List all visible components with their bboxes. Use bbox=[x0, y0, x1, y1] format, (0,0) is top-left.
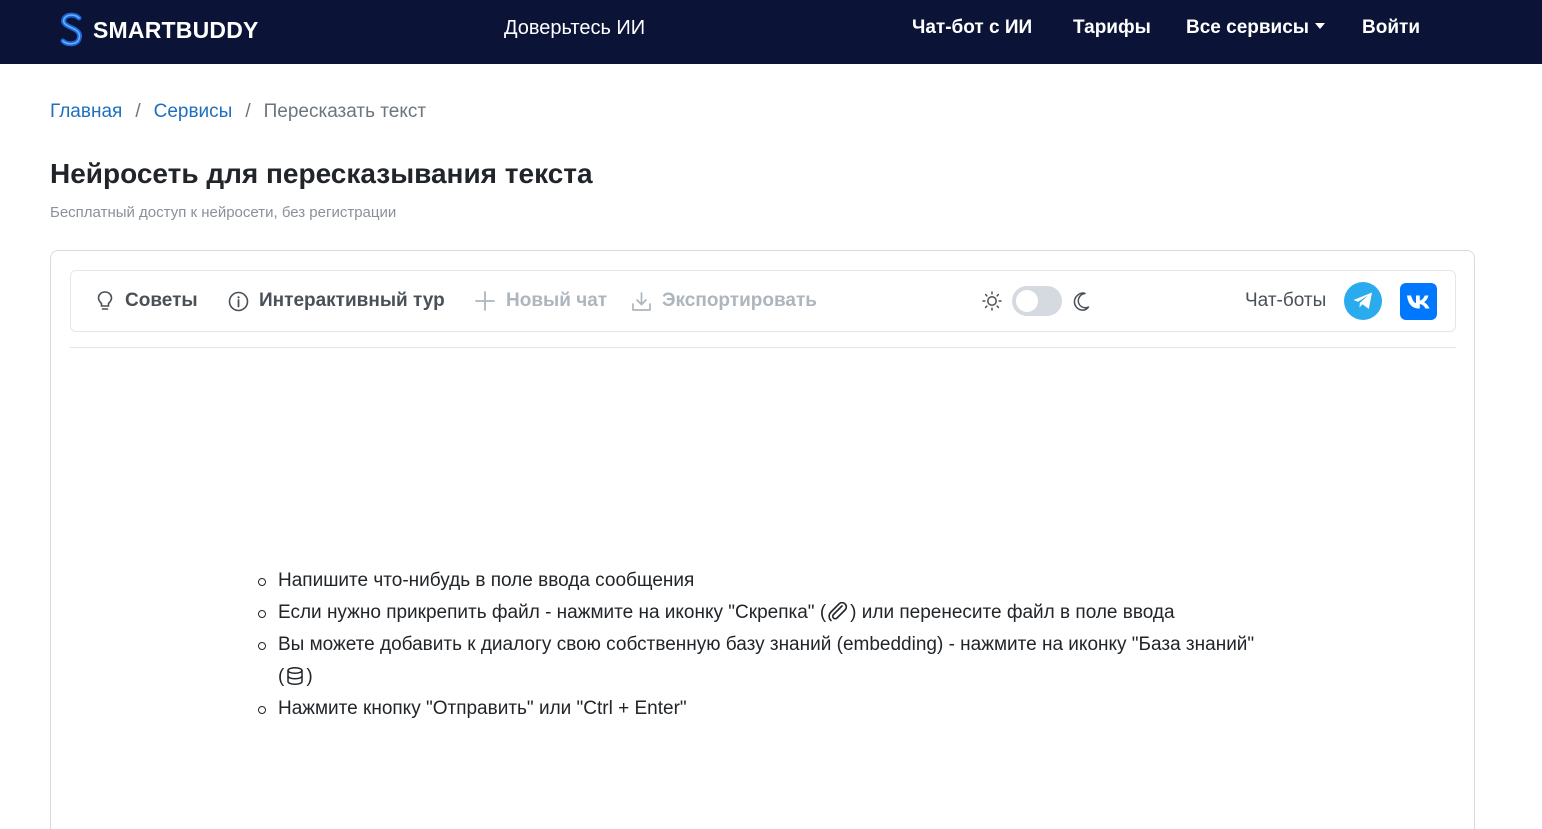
logo-text: SMARTBUDDY bbox=[93, 16, 259, 43]
moon-icon bbox=[1073, 292, 1090, 311]
theme-toggle[interactable] bbox=[1012, 286, 1062, 316]
chat-toolbar: Советы Интерактивный тур Новый чат Экспо… bbox=[70, 270, 1456, 332]
hint-text: Если нужно прикрепить файл - нажмите на … bbox=[278, 602, 827, 623]
breadcrumb-home[interactable]: Главная bbox=[50, 101, 122, 122]
interactive-tour-label: Интерактивный тур bbox=[259, 290, 445, 311]
chatbots-label: Чат-боты bbox=[1245, 290, 1327, 311]
site-logo[interactable]: SMARTBUDDY bbox=[58, 12, 259, 48]
theme-toggle-knob bbox=[1016, 290, 1038, 312]
export-label: Экспортировать bbox=[662, 290, 817, 311]
lightbulb-icon bbox=[97, 291, 113, 310]
nav-pricing[interactable]: Тарифы bbox=[1073, 17, 1151, 39]
breadcrumb-services[interactable]: Сервисы bbox=[154, 101, 233, 122]
smartbuddy-logo-icon bbox=[60, 12, 82, 47]
page-title: Нейросеть для пересказывания текста bbox=[50, 158, 593, 189]
new-chat-label: Новый чат bbox=[506, 290, 608, 311]
hint-text: ) или перенесите файл в поле ввода bbox=[850, 602, 1175, 623]
tips-button[interactable]: Советы bbox=[95, 289, 198, 313]
interactive-tour-button[interactable]: Интерактивный тур bbox=[228, 289, 445, 313]
hint-text: Вы можете добавить к диалогу свою собств… bbox=[278, 634, 1255, 687]
hint-text: ) bbox=[306, 666, 313, 687]
vk-bot-link[interactable] bbox=[1400, 283, 1437, 320]
plus-icon bbox=[475, 291, 495, 311]
page-subtitle: Бесплатный доступ к нейросети, без регис… bbox=[50, 204, 397, 221]
hint-text: Нажмите кнопку "Отправить" или "Ctrl + E… bbox=[278, 698, 687, 719]
paperclip-icon bbox=[828, 602, 848, 622]
telegram-bot-link[interactable] bbox=[1344, 282, 1382, 320]
breadcrumb-separator: / bbox=[245, 101, 251, 122]
chat-hints-list: Напишите что-нибудь в поле ввода сообщен… bbox=[258, 565, 1258, 725]
hint-text: Напишите что-нибудь в поле ввода сообщен… bbox=[278, 570, 695, 591]
export-button[interactable]: Экспортировать bbox=[631, 289, 817, 313]
top-navbar: SMARTBUDDY Доверьтесь ИИ Чат-бот с ИИ Та… bbox=[0, 0, 1542, 64]
nav-all-services-label: Все сервисы bbox=[1186, 17, 1310, 38]
sun-icon bbox=[982, 291, 1002, 311]
vk-icon bbox=[1406, 295, 1429, 308]
database-icon bbox=[287, 666, 304, 686]
site-tagline: Доверьтесь ИИ bbox=[504, 17, 646, 39]
nav-login[interactable]: Войти bbox=[1362, 17, 1420, 39]
hint-item: Напишите что-нибудь в поле ввода сообщен… bbox=[258, 565, 1258, 597]
download-icon bbox=[632, 291, 651, 311]
chat-panel: Советы Интерактивный тур Новый чат Экспо… bbox=[50, 250, 1475, 829]
nav-chatbot[interactable]: Чат-бот с ИИ bbox=[912, 17, 1032, 39]
info-circle-icon bbox=[228, 291, 249, 311]
toolbar-divider bbox=[70, 347, 1456, 348]
breadcrumb: Главная / Сервисы / Пересказать текст bbox=[50, 101, 426, 123]
nav-all-services[interactable]: Все сервисы bbox=[1186, 17, 1326, 39]
tips-label: Советы bbox=[125, 290, 198, 311]
hint-item: Нажмите кнопку "Отправить" или "Ctrl + E… bbox=[258, 693, 1258, 725]
telegram-icon bbox=[1353, 292, 1372, 309]
breadcrumb-separator: / bbox=[135, 101, 141, 122]
caret-down-icon bbox=[1315, 23, 1326, 29]
hint-item: Если нужно прикрепить файл - нажмите на … bbox=[258, 597, 1258, 629]
breadcrumb-current: Пересказать текст bbox=[263, 101, 427, 122]
new-chat-button[interactable]: Новый чат bbox=[474, 289, 607, 313]
hint-item: Вы можете добавить к диалогу свою собств… bbox=[258, 629, 1258, 693]
